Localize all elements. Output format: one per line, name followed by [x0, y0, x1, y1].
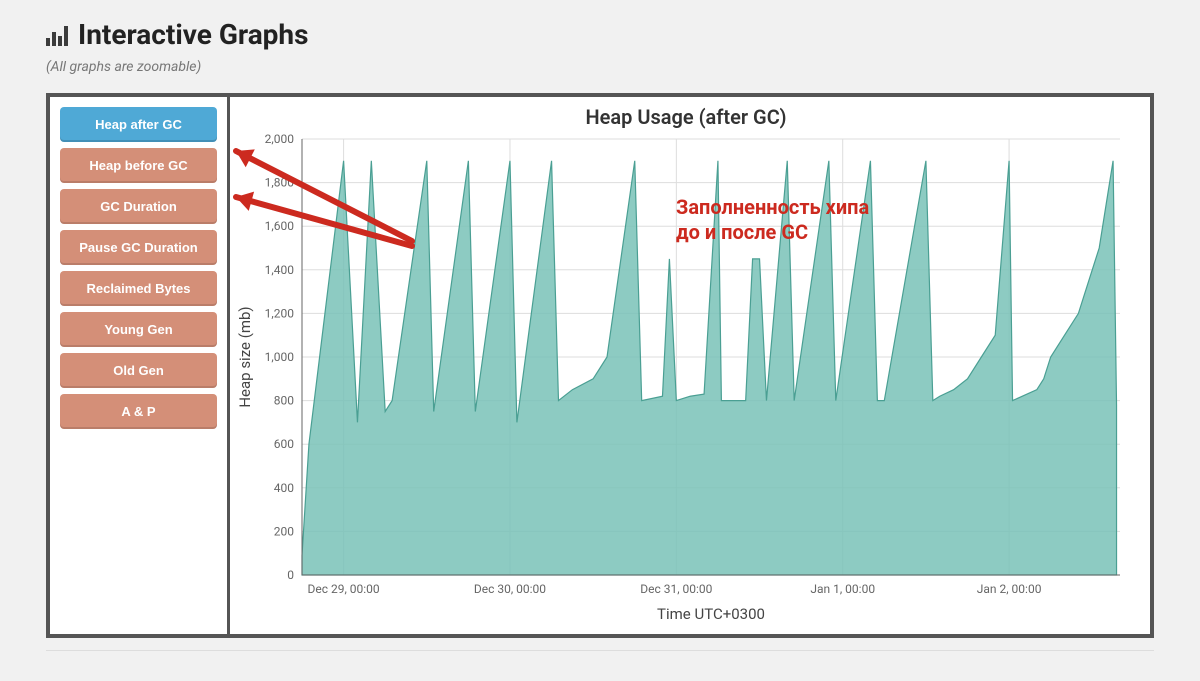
- svg-text:800: 800: [274, 394, 294, 408]
- page-title: Interactive Graphs: [78, 18, 309, 51]
- svg-text:Time UTC+0300: Time UTC+0300: [657, 605, 765, 623]
- svg-text:Jan 2, 00:00: Jan 2, 00:00: [977, 582, 1042, 596]
- svg-text:Dec 31, 00:00: Dec 31, 00:00: [640, 582, 712, 596]
- svg-text:1,600: 1,600: [265, 219, 295, 233]
- tab-heap-after-gc[interactable]: Heap after GC: [60, 107, 217, 142]
- svg-text:1,400: 1,400: [265, 263, 295, 277]
- svg-text:600: 600: [274, 437, 294, 451]
- svg-text:200: 200: [274, 524, 294, 538]
- svg-text:2,000: 2,000: [265, 132, 295, 146]
- tab-heap-before-gc[interactable]: Heap before GC: [60, 148, 217, 183]
- divider: [46, 650, 1154, 651]
- tab-a-and-p[interactable]: A & P: [60, 394, 217, 429]
- tab-gc-duration[interactable]: GC Duration: [60, 189, 217, 224]
- svg-text:Jan 1, 00:00: Jan 1, 00:00: [810, 582, 875, 596]
- chart-title: Heap Usage (after GC): [232, 105, 1140, 129]
- tabs-sidebar: Heap after GC Heap before GC GC Duration…: [50, 97, 230, 634]
- tab-pause-gc-duration[interactable]: Pause GC Duration: [60, 230, 217, 265]
- svg-text:1,000: 1,000: [265, 350, 295, 364]
- page-subtitle: (All graphs are zoomable): [46, 59, 1154, 75]
- chart-area[interactable]: Heap Usage (after GC) 0 200 400 600 800 1,000…: [230, 97, 1150, 634]
- svg-text:0: 0: [287, 568, 294, 582]
- graphs-panel: Heap after GC Heap before GC GC Duration…: [46, 93, 1154, 638]
- heap-usage-chart[interactable]: 02004006008001,0001,2001,4001,6001,8002,…: [232, 131, 1132, 631]
- tab-young-gen[interactable]: Young Gen: [60, 312, 217, 347]
- svg-text:Dec 29, 00:00: Dec 29, 00:00: [307, 582, 379, 596]
- svg-text:1,200: 1,200: [265, 306, 295, 320]
- svg-text:400: 400: [274, 481, 294, 495]
- bars-icon: [46, 24, 68, 46]
- tab-old-gen[interactable]: Old Gen: [60, 353, 217, 388]
- svg-text:Heap size (mb): Heap size (mb): [236, 306, 254, 407]
- tab-reclaimed-bytes[interactable]: Reclaimed Bytes: [60, 271, 217, 306]
- svg-text:Dec 30, 00:00: Dec 30, 00:00: [474, 582, 546, 596]
